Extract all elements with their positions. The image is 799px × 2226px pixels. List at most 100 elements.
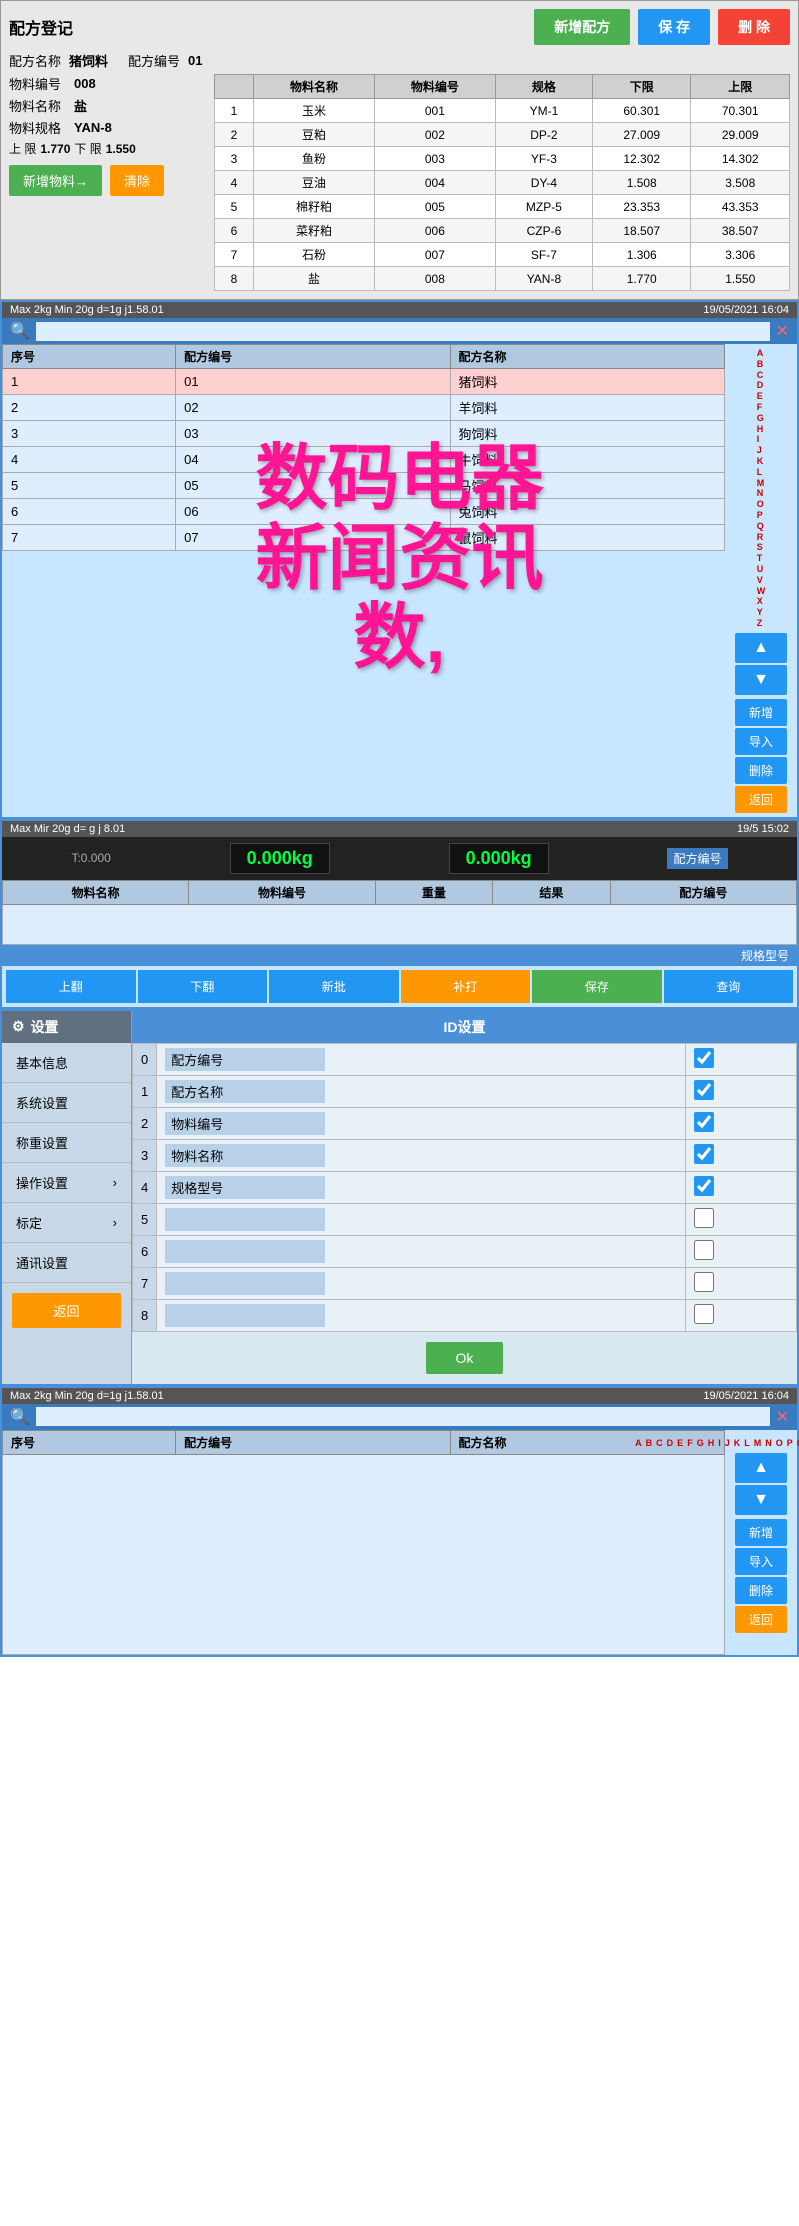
alpha-letter-5[interactable]: I [716, 1438, 723, 1448]
search-input-5[interactable] [36, 1407, 770, 1426]
scroll-down-button[interactable]: ▼ [735, 665, 787, 695]
settings-menu-item[interactable]: 系统设置 [2, 1083, 131, 1123]
alpha-letter[interactable]: P [755, 510, 768, 521]
alpha-letter[interactable]: O [755, 499, 768, 510]
alpha-letter-5[interactable]: J [723, 1438, 732, 1448]
alpha-letter[interactable]: Z [755, 618, 768, 629]
clear-button[interactable]: 清除 [110, 165, 164, 196]
alpha-letter-5[interactable]: K [732, 1438, 743, 1448]
id-field-input[interactable] [165, 1176, 325, 1199]
save-formula-button[interactable]: 保 存 [638, 9, 710, 45]
id-field-input[interactable] [165, 1208, 325, 1231]
list-item[interactable]: 404牛饲料 [3, 447, 725, 473]
supplement-button[interactable]: 补打 [401, 970, 531, 1003]
alpha-letter[interactable]: F [755, 402, 768, 413]
import-button-5[interactable]: 导入 [735, 1548, 787, 1575]
alpha-letter[interactable]: W [755, 586, 768, 597]
add-button-2[interactable]: 新增 [735, 699, 787, 726]
id-checkbox[interactable] [694, 1208, 714, 1228]
alpha-letter[interactable]: T [755, 553, 768, 564]
alpha-letter[interactable]: X [755, 596, 768, 607]
close-icon-5[interactable]: ✕ [776, 1407, 789, 1427]
search-icon[interactable]: 🔍 [10, 321, 30, 341]
id-checkbox[interactable] [694, 1080, 714, 1100]
alpha-letter[interactable]: K [755, 456, 768, 467]
list-item[interactable]: 606兔饲料 [3, 499, 725, 525]
back-button-2[interactable]: 返回 [735, 786, 787, 813]
alpha-letter[interactable]: N [755, 488, 768, 499]
prev-button-3[interactable]: 上翻 [6, 970, 136, 1003]
alpha-letter-5[interactable]: Q [795, 1438, 799, 1448]
delete-button-5[interactable]: 删除 [735, 1577, 787, 1604]
alpha-letter-5[interactable]: F [685, 1438, 695, 1448]
alpha-letter[interactable]: M [755, 478, 768, 489]
alpha-letter[interactable]: V [755, 575, 768, 586]
save-weighing-button[interactable]: 保存 [532, 970, 662, 1003]
list-item[interactable]: 202羊饲料 [3, 395, 725, 421]
settings-back-button[interactable]: 返回 [12, 1293, 121, 1328]
alpha-letter-5[interactable]: B [644, 1438, 655, 1448]
next-button-3[interactable]: 下翻 [138, 970, 268, 1003]
alpha-letter[interactable]: L [755, 467, 768, 478]
alpha-letter-5[interactable]: N [763, 1438, 774, 1448]
new-formula-button[interactable]: 新增配方 [534, 9, 630, 45]
id-field-input[interactable] [165, 1144, 325, 1167]
alpha-letter[interactable]: S [755, 542, 768, 553]
settings-menu-item[interactable]: 标定› [2, 1203, 131, 1243]
alpha-letter[interactable]: Y [755, 607, 768, 618]
alpha-letter[interactable]: I [755, 434, 768, 445]
list-item[interactable]: 707鼠饲料 [3, 525, 725, 551]
alpha-letter-5[interactable]: H [706, 1438, 717, 1448]
alpha-letter[interactable]: J [755, 445, 768, 456]
list-item[interactable]: 101猪饲料 [3, 369, 725, 395]
id-checkbox[interactable] [694, 1304, 714, 1324]
scroll-up-button-5[interactable]: ▲ [735, 1453, 787, 1483]
list-item[interactable]: 505马饲料 [3, 473, 725, 499]
list-item[interactable]: 303狗饲料 [3, 421, 725, 447]
new-batch-button[interactable]: 新批 [269, 970, 399, 1003]
back-button-5[interactable]: 返回 [735, 1606, 787, 1633]
alpha-letter-5[interactable]: P [785, 1438, 795, 1448]
alpha-letter[interactable]: G [755, 413, 768, 424]
alpha-letter[interactable]: U [755, 564, 768, 575]
add-button-5[interactable]: 新增 [735, 1519, 787, 1546]
id-checkbox[interactable] [694, 1240, 714, 1260]
settings-menu-item[interactable]: 基本信息 [2, 1043, 131, 1083]
alpha-letter-5[interactable]: L [742, 1438, 752, 1448]
scroll-down-button-5[interactable]: ▼ [735, 1485, 787, 1515]
id-field-input[interactable] [165, 1272, 325, 1295]
alpha-letter-5[interactable]: O [774, 1438, 785, 1448]
id-checkbox[interactable] [694, 1112, 714, 1132]
alpha-letter[interactable]: R [755, 532, 768, 543]
id-field-input[interactable] [165, 1080, 325, 1103]
query-button[interactable]: 查询 [664, 970, 794, 1003]
alpha-letter-5[interactable]: M [752, 1438, 764, 1448]
alpha-letter-5[interactable]: D [665, 1438, 676, 1448]
id-checkbox[interactable] [694, 1272, 714, 1292]
settings-menu-item[interactable]: 操作设置› [2, 1163, 131, 1203]
id-checkbox[interactable] [694, 1048, 714, 1068]
alpha-letter[interactable]: E [755, 391, 768, 402]
alpha-letter[interactable]: B [755, 359, 768, 370]
alpha-letter[interactable]: Q [755, 521, 768, 532]
scroll-up-button[interactable]: ▲ [735, 633, 787, 663]
id-field-input[interactable] [165, 1304, 325, 1327]
alpha-letter-5[interactable]: E [675, 1438, 685, 1448]
settings-menu-item[interactable]: 通讯设置 [2, 1243, 131, 1283]
ok-button[interactable]: Ok [426, 1342, 504, 1374]
id-field-input[interactable] [165, 1048, 325, 1071]
alpha-letter-5[interactable]: C [654, 1438, 665, 1448]
search-input[interactable] [36, 322, 770, 341]
search-icon-5[interactable]: 🔍 [10, 1407, 30, 1427]
id-field-input[interactable] [165, 1112, 325, 1135]
add-material-button[interactable]: 新增物料→ [9, 165, 102, 196]
id-field-input[interactable] [165, 1240, 325, 1263]
alpha-letter[interactable]: C [755, 370, 768, 381]
id-checkbox[interactable] [694, 1144, 714, 1164]
id-checkbox[interactable] [694, 1176, 714, 1196]
delete-formula-button[interactable]: 删 除 [718, 9, 790, 45]
settings-menu-item[interactable]: 称重设置 [2, 1123, 131, 1163]
alpha-letter-5[interactable]: G [695, 1438, 706, 1448]
alpha-letter[interactable]: H [755, 424, 768, 435]
alpha-letter-5[interactable]: A [633, 1438, 644, 1448]
